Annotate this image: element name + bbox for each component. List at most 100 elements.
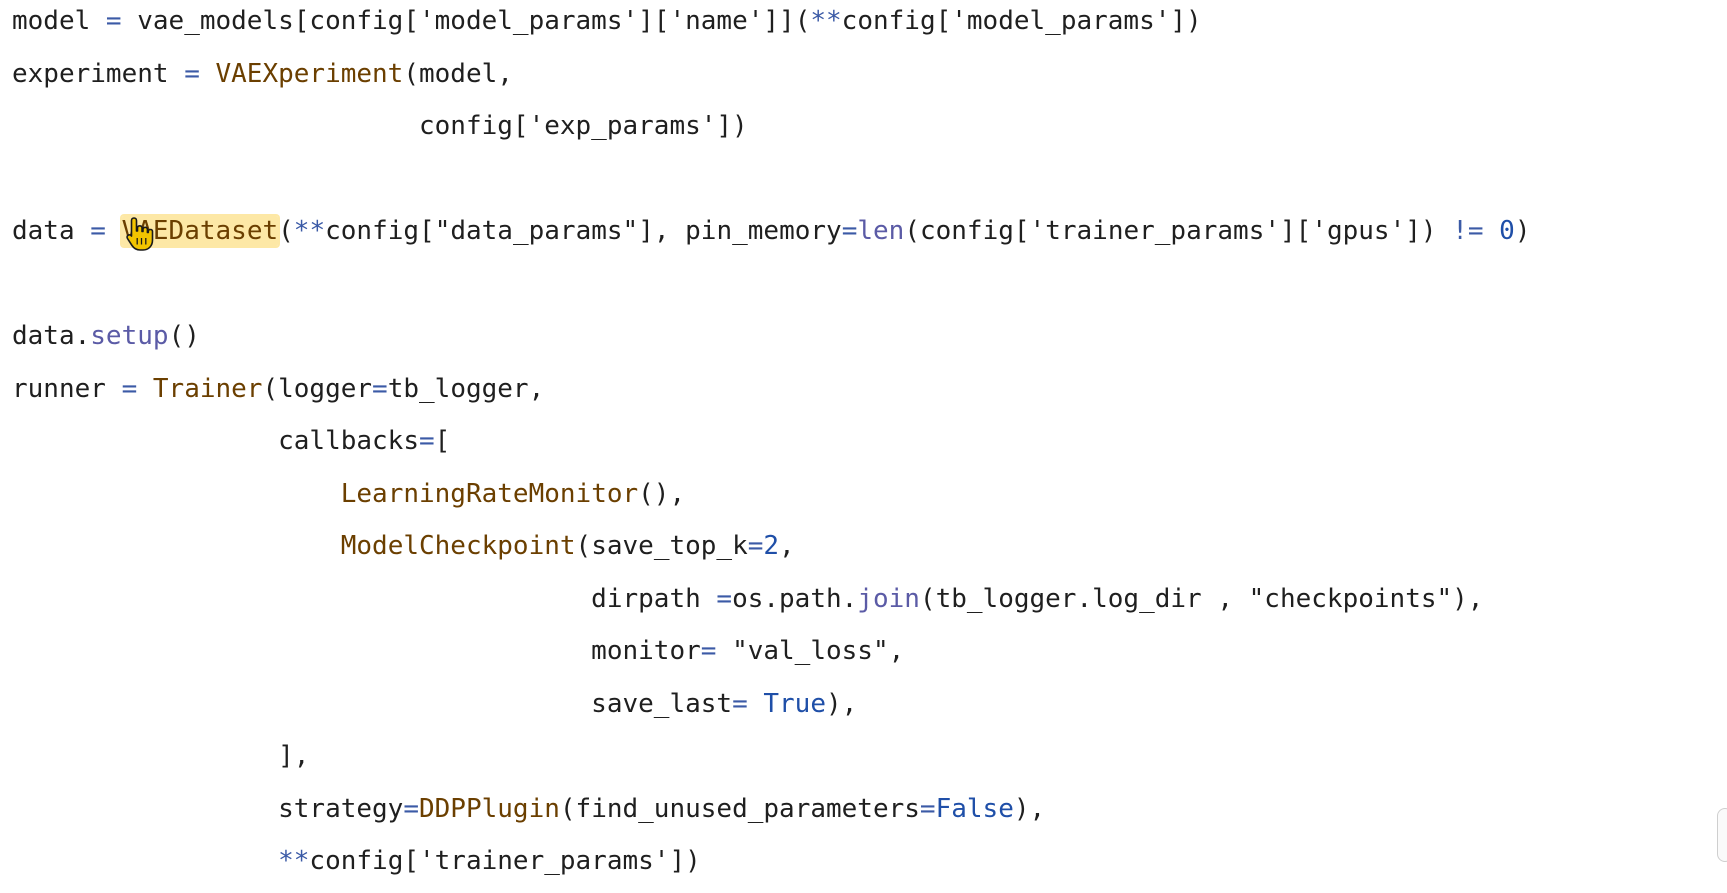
code-token: ) [1514,216,1531,246]
code-line[interactable]: LearningRateMonitor(), [12,473,1530,526]
scrollbar-handle[interactable] [1717,808,1727,862]
code-line[interactable]: save_last= True), [12,683,1530,736]
code-token: dirpath [12,583,717,614]
code-token: len [857,216,905,246]
code-token: ]) [716,111,748,141]
code-token: (tb_logger.log_dir , [919,583,1249,614]
code-token: ), [1013,793,1046,824]
code-token: = [747,531,764,561]
code-token: ], [12,741,310,771]
code-token: model [12,6,106,36]
code-token: ]) [1170,6,1202,36]
code-line[interactable]: config['exp_params']) [12,105,1530,158]
code-token: False [935,793,1014,824]
code-token: = [121,373,138,404]
code-line[interactable]: ], [12,735,1530,788]
code-token: True [763,688,826,719]
code-token: 'trainer_params' [1029,216,1280,246]
code-token: = [700,636,717,666]
code-line[interactable]: data.setup() [12,315,1530,368]
code-token: config[ [309,846,419,876]
code-token: "val_loss" [732,636,889,666]
hand-pointer-icon [126,217,154,251]
code-line[interactable]: experiment = VAEXperiment(model, [12,53,1530,106]
code-token: ]]( [763,6,811,36]
code-token: ), [1452,583,1484,614]
code-line[interactable]: runner = Trainer(logger=tb_logger, [12,368,1530,421]
code-line[interactable]: callbacks=[ [12,420,1530,473]
code-token: 'exp_params' [528,111,717,141]
code-token: experiment [12,58,185,89]
code-token: ]) [1405,216,1453,246]
code-token: LearningRateMonitor [340,478,639,509]
code-token: (logger [262,373,373,404]
code-token: ][ [638,6,670,36]
code-token: != [1452,216,1484,246]
code-line[interactable]: model = vae_models[config['model_params'… [12,0,1530,53]
code-token: join [857,583,920,614]
code-token: 'gpus' [1311,216,1406,246]
code-token: config[ [12,111,529,141]
code-token: (), [638,478,686,509]
code-token: 'model_params' [419,6,639,36]
code-token: ** [278,846,310,876]
code-token: "data_params" [434,216,639,246]
code-token: ]) [669,846,701,876]
code-token: vae_models[config[ [121,6,419,36]
code-line[interactable] [12,158,1530,211]
code-editor[interactable]: model = vae_models[config['model_params'… [0,0,1727,887]
code-line[interactable]: ModelCheckpoint(save_top_k=2, [12,525,1530,578]
code-line[interactable] [12,263,1530,316]
code-token: = [919,793,936,824]
code-line[interactable]: strategy=DDPPlugin(find_unused_parameter… [12,788,1530,841]
code-token: = [419,426,435,456]
code-token: config[ [841,6,952,36]
code-line[interactable]: data = VAEDataset(**config["data_params"… [12,210,1530,263]
code-token: ** [293,216,326,246]
code-token: = [372,373,388,404]
code-token: (save_top_k [575,531,748,561]
code-token: ][ [1280,216,1312,246]
code-area[interactable]: model = vae_models[config['model_params'… [12,0,1530,893]
code-token: = [732,688,748,719]
code-line[interactable]: dirpath =os.path.join(tb_logger.log_dir … [12,578,1530,631]
code-token: strategy [12,793,404,824]
code-token: VAEXperiment [215,58,404,89]
code-token: ), [826,688,858,719]
code-line[interactable]: **config['trainer_params']) [12,840,1530,893]
code-token: , [779,531,795,561]
code-token: data. [12,321,91,351]
code-token: monitor [12,636,701,666]
code-token: DDPPlugin [419,793,560,824]
code-token: ModelCheckpoint [340,531,576,561]
code-token: "checkpoints" [1248,583,1453,614]
code-token: (model, [403,58,513,89]
code-token: Trainer [152,373,263,404]
code-token: callbacks [12,426,419,456]
code-token: = [90,216,106,246]
code-token: 'model_params' [951,6,1171,36]
code-token: os.path. [732,583,858,614]
code-token: tb_logger, [387,373,545,404]
code-token: , [888,636,905,666]
code-token: ** [810,6,842,36]
code-token: 'trainer_params' [419,846,670,876]
code-line[interactable]: monitor= "val_loss", [12,630,1530,683]
code-token: 'name' [669,6,764,36]
code-token: = [403,793,419,824]
code-token: data [12,216,91,246]
code-token: runner [12,373,122,404]
code-token: (find_unused_parameters [559,793,920,824]
code-token: = [184,58,200,89]
code-token: setup [90,321,169,351]
code-token: (config[ [904,216,1030,246]
code-token: 2 [763,531,780,561]
code-token: = [716,583,733,614]
code-token: [ [434,426,451,456]
